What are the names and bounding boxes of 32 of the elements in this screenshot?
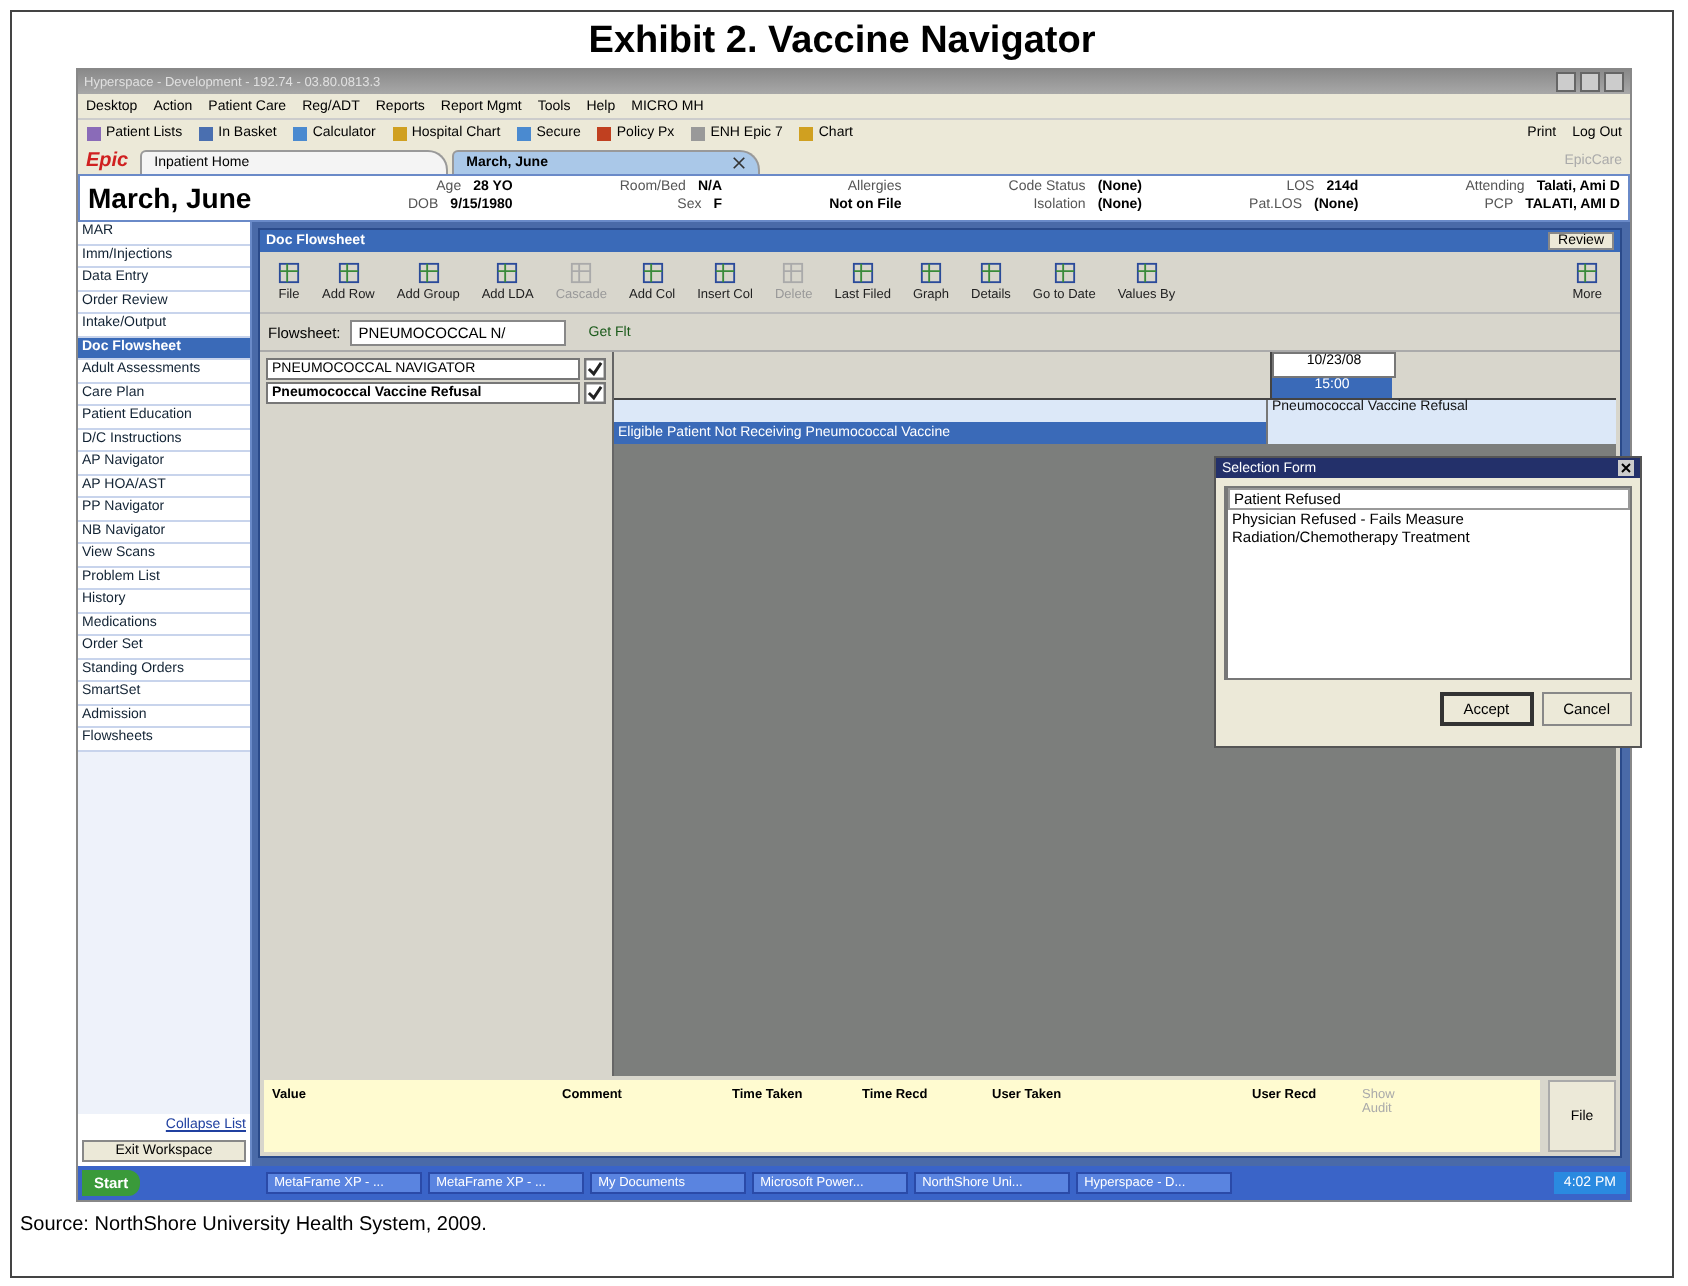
grid-icon — [1135, 262, 1158, 284]
patient-name: March, June — [88, 182, 254, 214]
figure-title: Exhibit 2. Vaccine Navigator — [586, 18, 1098, 66]
close-button[interactable] — [1618, 460, 1634, 476]
square-icon — [690, 125, 707, 141]
grid-icon — [641, 262, 664, 284]
checkbox[interactable] — [584, 382, 606, 404]
square-icon — [391, 125, 408, 141]
grid-icon — [570, 262, 593, 284]
grid-icon — [851, 262, 874, 284]
grid-icon — [496, 262, 519, 284]
grid-icon — [979, 262, 1002, 284]
close-tab-icon[interactable] — [732, 156, 747, 170]
grid-icon — [782, 262, 805, 284]
square-icon — [292, 125, 309, 141]
square-icon — [198, 125, 215, 141]
square-icon — [798, 125, 815, 141]
square-icon — [516, 125, 533, 141]
grid-icon — [1576, 262, 1599, 284]
logo: Epic — [86, 150, 129, 174]
source-note: Source: NorthShore University Health System, 2009. — [18, 1212, 489, 1236]
square-icon — [86, 125, 102, 141]
minimize-button[interactable] — [1556, 72, 1576, 92]
grid-icon — [417, 262, 440, 284]
checkbox[interactable] — [584, 358, 606, 380]
grid-icon — [278, 262, 300, 284]
maximize-button[interactable] — [1580, 72, 1600, 92]
grid-icon — [1053, 262, 1076, 284]
grid-icon — [714, 262, 737, 284]
grid-icon — [919, 262, 942, 284]
square-icon — [596, 125, 613, 141]
grid-icon — [337, 262, 360, 284]
